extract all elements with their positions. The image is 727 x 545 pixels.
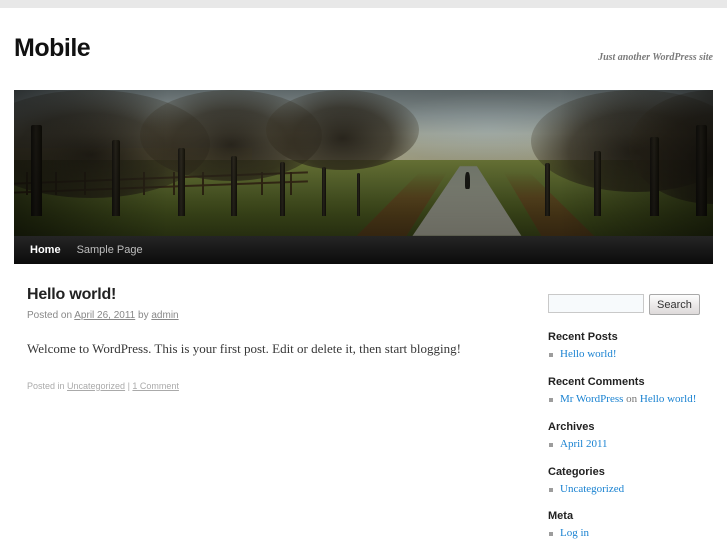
site-title[interactable]: Mobile <box>14 34 91 62</box>
browser-page: Mobile Just another WordPress site Home … <box>0 0 727 545</box>
post-category-link[interactable]: Uncategorized <box>67 381 125 391</box>
post-article: Hello world! Posted on April 26, 2011 by… <box>27 286 517 391</box>
post-meta-prefix: Posted on <box>27 310 75 321</box>
header-image[interactable] <box>14 90 713 236</box>
comment-post-link[interactable]: Hello world! <box>640 393 697 405</box>
widget-title: Archives <box>548 420 595 433</box>
main-navigation: Home Sample Page <box>14 236 713 264</box>
list-item: Hello world! <box>548 347 716 362</box>
nav-link-sample-page[interactable]: Sample Page <box>77 236 157 264</box>
post-footer-prefix: Posted in <box>27 380 68 391</box>
nav-item-sample-page[interactable]: Sample Page <box>77 236 157 264</box>
list-item: April 2011 <box>548 437 716 452</box>
widget-recent-comments: Recent Comments Mr WordPress on Hello wo… <box>548 376 716 407</box>
post-meta: Posted on April 26, 2011 by admin <box>27 310 517 321</box>
comment-on-text: on <box>623 392 640 405</box>
widget-recent-posts: Recent Posts Hello world! <box>548 331 716 362</box>
search-input[interactable] <box>548 294 644 313</box>
header-vignette <box>14 90 713 236</box>
search-form: Search <box>548 294 716 315</box>
list-item: Mr WordPress on Hello world! <box>548 392 716 407</box>
site-container: Mobile Just another WordPress site Home … <box>0 8 727 545</box>
comment-author-link[interactable]: Mr WordPress <box>560 393 623 405</box>
widget-meta: Meta Log in Entries RSS Comments RSS Wor… <box>548 510 716 545</box>
post-body-text: Welcome to WordPress. This is your first… <box>27 341 461 356</box>
widget-archives: Archives April 2011 <box>548 421 716 452</box>
meta-link-login[interactable]: Log in <box>560 527 589 539</box>
post-meta-by: by <box>135 310 152 321</box>
widget-title: Categories <box>548 465 605 478</box>
nav-link-home[interactable]: Home <box>30 236 77 264</box>
site-branding: Mobile Just another WordPress site <box>0 8 727 82</box>
post-date-link[interactable]: April 26, 2011 <box>74 310 135 321</box>
post-footer-meta: Posted in Uncategorized | 1 Comment <box>27 381 517 391</box>
nav-list: Home Sample Page <box>14 236 713 264</box>
category-link[interactable]: Uncategorized <box>560 483 624 495</box>
post-comments-link[interactable]: 1 Comment <box>132 381 179 391</box>
widget-list: Hello world! <box>548 347 716 362</box>
sidebar: Search Recent Posts Hello world! Recent … <box>548 294 716 545</box>
widget-list: Mr WordPress on Hello world! <box>548 392 716 407</box>
post-title[interactable]: Hello world! <box>27 286 517 304</box>
recent-post-link[interactable]: Hello world! <box>560 348 617 360</box>
widget-categories: Categories Uncategorized <box>548 466 716 497</box>
post-content: Welcome to WordPress. This is your first… <box>27 339 517 359</box>
post-author-link[interactable]: admin <box>151 310 178 321</box>
widget-list: April 2011 <box>548 437 716 452</box>
primary-content: Hello world! Posted on April 26, 2011 by… <box>27 286 517 391</box>
widget-title: Recent Comments <box>548 375 645 388</box>
widget-list: Log in Entries RSS Comments RSS WordPres… <box>548 526 716 545</box>
widget-title: Recent Posts <box>548 331 618 343</box>
nav-item-home[interactable]: Home <box>30 236 77 264</box>
site-title-link[interactable]: Mobile <box>14 34 91 62</box>
widget-title: Meta <box>548 510 574 523</box>
list-item: Uncategorized <box>548 482 716 497</box>
archive-link[interactable]: April 2011 <box>560 438 608 450</box>
list-item: Log in <box>548 526 716 541</box>
widget-list: Uncategorized <box>548 482 716 497</box>
site-tagline: Just another WordPress site <box>598 52 713 63</box>
search-button[interactable]: Search <box>649 294 700 315</box>
